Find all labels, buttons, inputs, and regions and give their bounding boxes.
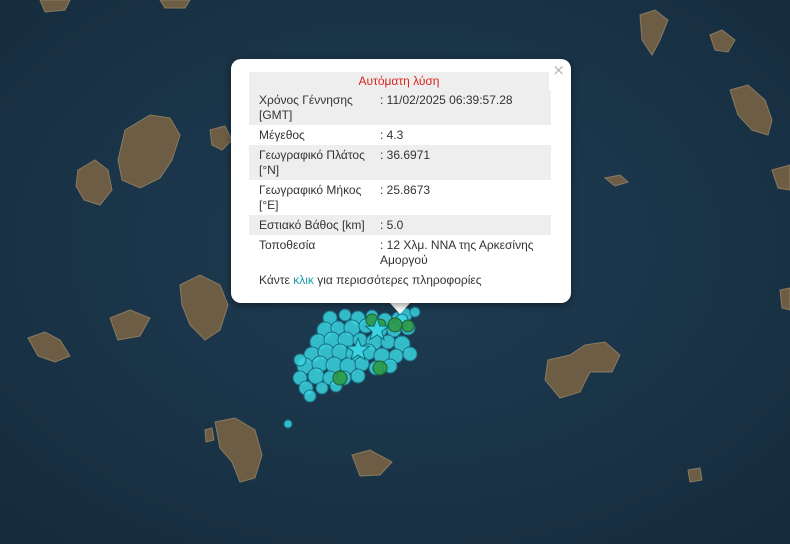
info-value: : 36.6971: [380, 148, 431, 162]
info-label: Γεωγραφικό Πλάτος [°N]: [259, 148, 365, 177]
quake-marker[interactable]: [303, 389, 317, 403]
info-row: Γεωγραφικό Πλάτος [°N] : 36.6971: [249, 145, 551, 180]
info-value: : 11/02/2025 06:39:57.28: [380, 93, 513, 107]
info-label: Τοποθεσία: [259, 238, 316, 252]
quake-marker[interactable]: [409, 306, 421, 318]
quake-marker[interactable]: [283, 419, 293, 429]
island-right-2: [779, 287, 790, 311]
more-info-link[interactable]: κλικ: [293, 273, 314, 287]
close-icon[interactable]: ×: [552, 62, 565, 78]
popup-tip: [389, 302, 411, 314]
quake-marker[interactable]: [350, 368, 366, 384]
quake-marker[interactable]: [293, 353, 307, 367]
popup-title: Αυτόματη λύση: [249, 72, 549, 90]
info-value: : 25.8673: [380, 183, 431, 197]
info-label: Εστιακό Βάθος [km]: [259, 218, 365, 232]
info-row: Γεωγραφικό Μήκος [°E] : 25.8673: [249, 180, 551, 215]
info-value: : 12 Χλμ. ΝΝΑ της Αρκεσίνης Αμοργού: [380, 238, 534, 267]
more-info-text: Κάντε κλικ για περισσότερες πληροφορίες: [259, 273, 482, 287]
info-value: : 5.0: [380, 218, 404, 232]
info-row: Εστιακό Βάθος [km] : 5.0: [249, 215, 551, 235]
info-value: : 4.3: [380, 128, 404, 142]
map-view[interactable]: × Αυτόματη λύση Χρόνος Γέννησης [GMT] : …: [0, 0, 790, 544]
info-label: Γεωγραφικό Μήκος [°E]: [259, 183, 362, 212]
quake-marker-older[interactable]: [401, 319, 415, 333]
island-small-7: [687, 467, 703, 483]
quake-marker-older[interactable]: [372, 360, 388, 376]
info-row: Τοποθεσία : 12 Χλμ. ΝΝΑ της Αρκεσίνης Αμ…: [249, 235, 551, 270]
quake-marker-older[interactable]: [387, 317, 403, 333]
earthquake-popup: × Αυτόματη λύση Χρόνος Γέννησης [GMT] : …: [231, 59, 571, 303]
quake-marker-older[interactable]: [332, 370, 348, 386]
info-row: Μέγεθος : 4.3: [249, 125, 551, 145]
island-small-6: [204, 427, 215, 443]
more-suffix: για περισσότερες πληροφορίες: [313, 273, 482, 287]
info-label: Μέγεθος: [259, 128, 305, 142]
island-top-2: [159, 0, 191, 9]
quake-marker[interactable]: [402, 346, 418, 362]
info-table: Χρόνος Γέννησης [GMT] : 11/02/2025 06:39…: [249, 90, 551, 270]
more-prefix: Κάντε: [259, 273, 294, 287]
info-row: Χρόνος Γέννησης [GMT] : 11/02/2025 06:39…: [249, 90, 551, 125]
quake-marker[interactable]: [338, 308, 352, 322]
info-label: Χρόνος Γέννησης [GMT]: [259, 93, 353, 122]
quake-marker[interactable]: [315, 381, 329, 395]
